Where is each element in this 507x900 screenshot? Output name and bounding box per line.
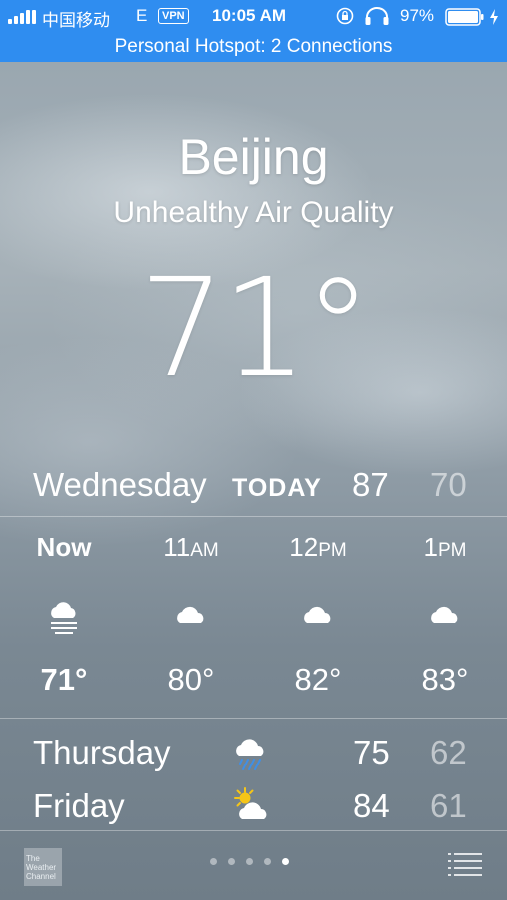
signal-strength-icon	[8, 9, 36, 24]
hour-label: 1PM	[423, 532, 467, 562]
day-high: 75	[353, 734, 390, 771]
today-day-name: Wednesday	[33, 466, 207, 503]
page-dot[interactable]	[264, 858, 271, 865]
day-low: 62	[430, 734, 467, 771]
carrier-name: 中国移动	[42, 11, 110, 30]
page-dot[interactable]	[246, 858, 253, 865]
status-bar: 中国移动 E VPN 10:05 AM 97%	[0, 0, 507, 34]
today-label: TODAY	[232, 474, 322, 502]
fog-icon	[51, 602, 77, 634]
city-name: Beijing	[178, 129, 329, 185]
weather-channel-logo[interactable]: The Weather Channel	[24, 848, 62, 886]
page-indicator[interactable]	[210, 858, 289, 865]
cloud-icon	[304, 606, 331, 623]
city-list-icon[interactable]	[448, 852, 482, 876]
hour-label: Now	[36, 532, 92, 562]
hour-temperature: 71°	[40, 662, 88, 697]
divider	[0, 516, 507, 517]
rotation-lock-icon	[336, 7, 354, 25]
page-dot[interactable]	[210, 858, 217, 865]
vpn-badge: VPN	[158, 8, 189, 24]
network-type: E	[136, 6, 148, 25]
weather-condition: Unhealthy Air Quality	[113, 196, 394, 229]
rain-cloud-icon	[236, 739, 264, 770]
today-summary-row: Wednesday TODAY 87 70	[0, 462, 507, 512]
hourly-forecast[interactable]: Now 71° 11AM 80° 12PM 82° 1PM 83°	[0, 518, 507, 718]
day-name: Thursday	[33, 734, 171, 771]
cloud-icon	[431, 606, 458, 623]
page-dot-active[interactable]	[282, 858, 289, 865]
hour-temperature: 83°	[421, 662, 469, 697]
hour-temperature: 82°	[294, 662, 342, 697]
cloud-icon	[177, 606, 204, 623]
hour-temperature: 80°	[167, 662, 215, 697]
divider	[0, 830, 507, 831]
day-low: 61	[430, 787, 467, 824]
hour-label: 11AM	[163, 532, 219, 562]
daily-forecast-row: Thursday 75 62	[0, 728, 507, 778]
page-dot[interactable]	[228, 858, 235, 865]
day-high: 84	[353, 787, 390, 824]
headphones-icon	[365, 7, 389, 25]
today-low: 70	[430, 466, 467, 503]
divider	[0, 718, 507, 719]
hour-label: 12PM	[289, 532, 347, 562]
partly-sunny-icon	[234, 787, 267, 819]
day-name: Friday	[33, 787, 125, 824]
personal-hotspot-banner[interactable]: Personal Hotspot: 2 Connections	[0, 34, 507, 62]
clock: 10:05 AM	[212, 6, 287, 25]
current-temperature: 71°	[138, 250, 372, 408]
charging-bolt-icon	[490, 9, 498, 25]
today-high: 87	[352, 466, 389, 503]
battery-percentage: 97%	[400, 6, 435, 25]
daily-forecast-row: Friday 84 61	[0, 781, 507, 831]
battery-icon	[445, 8, 484, 26]
